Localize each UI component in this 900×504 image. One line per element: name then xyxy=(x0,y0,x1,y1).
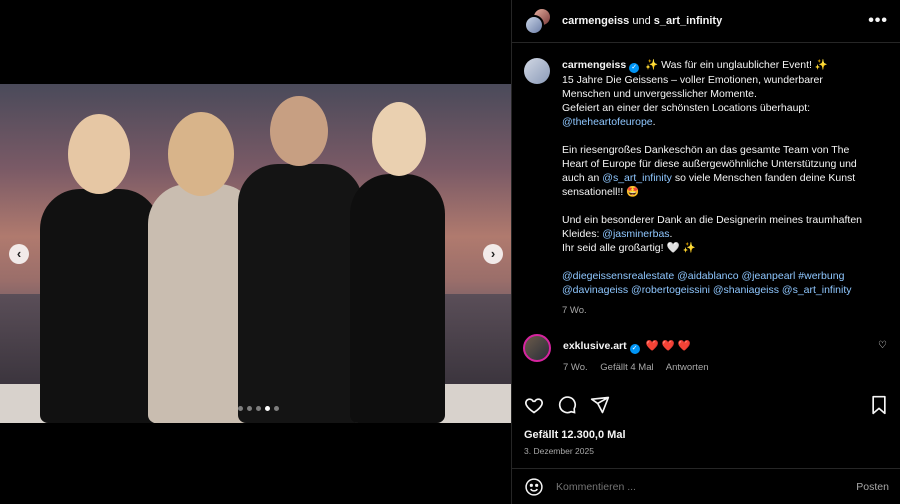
bookmark-icon[interactable] xyxy=(870,395,888,415)
comment-likes-link[interactable]: Gefällt 4 Mal xyxy=(600,362,653,373)
caption-line: Gefeiert an einer der schönsten Location… xyxy=(562,102,811,114)
collab-avatars[interactable] xyxy=(524,7,552,35)
more-options-icon[interactable]: ••• xyxy=(868,12,888,30)
person-3 xyxy=(238,164,363,423)
post-likes-count[interactable]: Gefällt 12.300,0 Mal xyxy=(524,429,626,441)
share-send-icon[interactable] xyxy=(590,395,610,415)
comment-text: ❤️ ❤️ ❤️ xyxy=(645,340,691,352)
verified-badge-icon: ✓ xyxy=(629,344,640,354)
carousel-dot xyxy=(274,406,279,411)
comment-input[interactable] xyxy=(556,480,857,493)
comment-item: exklusive.art ✓ ❤️ ❤️ ❤️ 7 Wo. Gefällt 4 … xyxy=(523,334,889,375)
carousel-next-button[interactable]: › xyxy=(483,244,503,264)
post-media: ‹ › xyxy=(0,0,511,504)
avatar[interactable] xyxy=(523,334,551,362)
avatar[interactable] xyxy=(524,58,550,84)
carousel-dot-active xyxy=(265,406,270,411)
caption-body: carmengeiss ✓ ✨ Was für ein unglaublicher… xyxy=(562,58,862,318)
person-2-head xyxy=(168,112,234,196)
post-side-panel: carmengeiss und s_art_infinity ••• carme… xyxy=(511,0,900,504)
verified-badge-icon: ✓ xyxy=(629,63,640,73)
comment-bubble-icon[interactable] xyxy=(557,395,577,415)
mention-link[interactable]: @theheartofeurope xyxy=(562,116,653,128)
comment-reply-link[interactable]: Antworten xyxy=(666,362,709,373)
person-1-head xyxy=(68,114,130,194)
comment-age: 7 Wo. xyxy=(563,362,588,373)
person-4-head xyxy=(372,102,426,176)
person-1 xyxy=(40,189,160,423)
caption-line: ✨ Was für ein unglaublicher Event! ✨ xyxy=(645,59,828,71)
caption-tags[interactable]: @diegeissensrealestate @aidablanco @jean… xyxy=(562,269,862,297)
post-actions xyxy=(524,395,610,415)
comments-section[interactable]: carmengeiss ✓ ✨ Was für ein unglaublicher… xyxy=(512,44,900,384)
comment-username[interactable]: exklusive.art xyxy=(563,340,627,352)
like-heart-icon[interactable] xyxy=(524,395,544,415)
carousel-dot xyxy=(256,406,261,411)
comment-meta: 7 Wo. Gefällt 4 Mal Antworten xyxy=(563,361,863,375)
post-comment-button[interactable]: Posten xyxy=(856,481,889,493)
caption-text: . xyxy=(652,116,656,128)
person-4 xyxy=(350,174,445,423)
caption: carmengeiss ✓ ✨ Was für ein unglaublicher… xyxy=(524,58,889,318)
caption-text: Ihr seid alle großartig! 🤍 ✨ xyxy=(562,242,696,254)
mention-link[interactable]: @jasminerbas xyxy=(602,228,669,240)
caption-paragraph: Ein riesengroßes Dankeschön an das gesam… xyxy=(562,143,862,199)
emoji-icon[interactable] xyxy=(524,477,544,497)
post-photo[interactable] xyxy=(0,84,511,423)
add-comment-bar: Posten xyxy=(512,468,900,504)
post-date: 3. Dezember 2025 xyxy=(524,446,594,456)
carousel-dots xyxy=(238,406,279,411)
author-joiner: und xyxy=(632,15,651,27)
avatar xyxy=(524,15,544,35)
comment-body: exklusive.art ✓ ❤️ ❤️ ❤️ 7 Wo. Gefällt 4 … xyxy=(563,334,863,375)
carousel-dot xyxy=(247,406,252,411)
caption-username[interactable]: carmengeiss xyxy=(562,59,626,71)
carousel-dot xyxy=(238,406,243,411)
coauthor-username[interactable]: s_art_infinity xyxy=(654,15,722,27)
post-authors: carmengeiss und s_art_infinity xyxy=(562,15,722,27)
caption-text: . xyxy=(669,228,673,240)
mention-link[interactable]: @s_art_infinity xyxy=(602,172,672,184)
carousel-prev-button[interactable]: ‹ xyxy=(9,244,29,264)
caption-line: 15 Jahre Die Geissens – voller Emotionen… xyxy=(562,74,823,100)
caption-paragraph: Und ein besonderer Dank an die Designeri… xyxy=(562,213,862,255)
author-username[interactable]: carmengeiss xyxy=(562,15,629,27)
comment-like-icon[interactable]: ♡ xyxy=(878,340,887,351)
post-header: carmengeiss und s_art_infinity ••• xyxy=(512,0,900,43)
caption-age: 7 Wo. xyxy=(562,305,587,316)
person-3-head xyxy=(270,96,328,166)
